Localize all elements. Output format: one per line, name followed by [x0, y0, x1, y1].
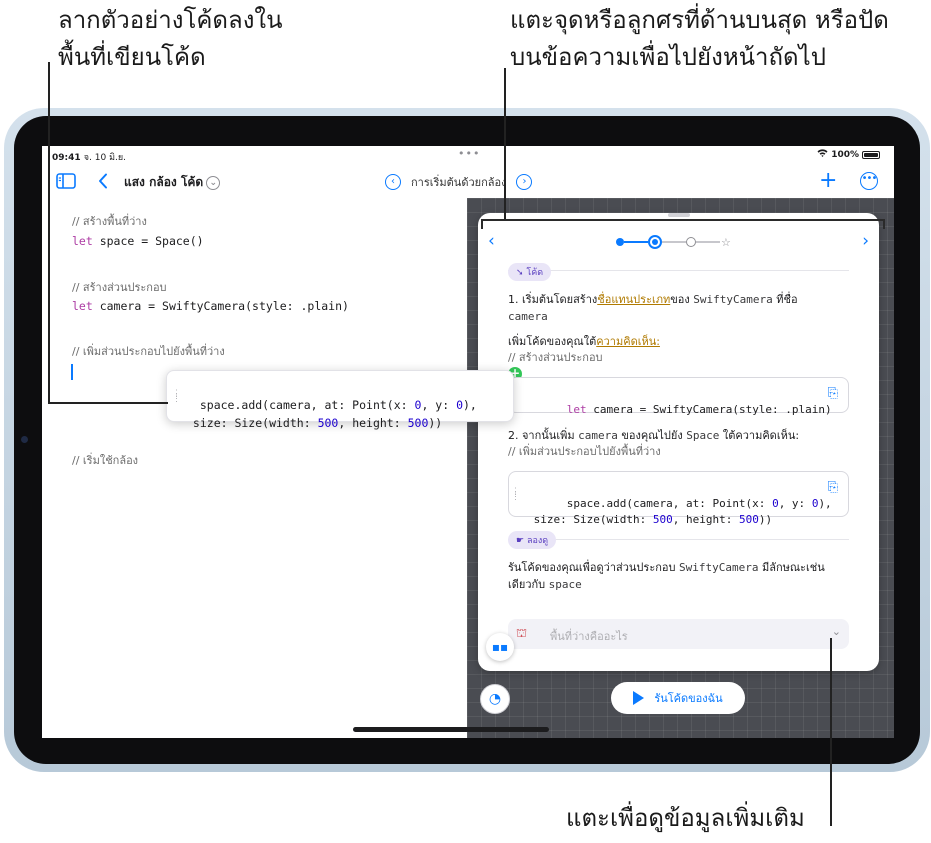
glossary-link[interactable]: ชื่อแทนประเภท	[597, 293, 670, 306]
run-instruction: รันโค้ดของคุณเพื่อดูว่าส่วนประกอบ Swifty…	[508, 561, 825, 591]
front-camera	[21, 436, 28, 443]
wifi-icon	[817, 149, 828, 160]
step-dot[interactable]	[686, 237, 696, 247]
code-line: let space = Space()	[72, 234, 204, 248]
code-editor[interactable]: // สร้างพื้นที่ว่าง let space = Space() …	[42, 198, 467, 738]
guide-comment: // เพิ่มส่วนประกอบไปยังพื้นที่ว่าง	[508, 445, 661, 458]
try-pill: ☛ ลองดู	[508, 531, 557, 549]
sidebar-toggle-icon[interactable]	[56, 166, 76, 199]
callout-navigate: แตะจุดหรือลูกศรที่ด้านบนสุด หรือปัด บนข้…	[510, 2, 889, 76]
copy-icon[interactable]: ⎘	[828, 480, 838, 496]
code-comment: // สร้างส่วนประกอบ	[72, 281, 167, 294]
book-title: แสง กล้อง โค้ด	[124, 175, 204, 189]
comment-link[interactable]: ความคิดเห็น:	[596, 335, 660, 348]
callout-drag-line2: พื้นที่เขียนโค้ด	[58, 43, 206, 71]
text-cursor	[71, 364, 73, 380]
add-code-instruction: เพิ่มโค้ดของคุณใต้ความคิดเห็น:	[508, 335, 660, 348]
next-page-icon[interactable]: ›	[516, 174, 533, 190]
chevron-down-icon: ⌄	[206, 175, 221, 190]
more-options-icon[interactable]: •••	[860, 172, 878, 190]
multitask-dots[interactable]: •••	[458, 147, 480, 160]
step-dot-current[interactable]	[648, 235, 662, 249]
step2-text: 2. จากนั้นเพิ่ม camera ของคุณไปยัง Space…	[508, 429, 800, 442]
more-info-row[interactable]: ⛫ พื้นที่ว่างคืออะไร ⌄	[508, 619, 849, 649]
guide-comment: // สร้างส่วนประกอบ	[508, 351, 603, 364]
callout-line-drag	[48, 402, 168, 404]
star-icon[interactable]: ☆	[721, 236, 731, 249]
code-snippet-card[interactable]: let camera = SwiftyCamera(style: .plain)…	[508, 377, 849, 416]
code-comment: // สร้างพื้นที่ว่าง	[72, 215, 147, 228]
chevron-down-icon: ⌄	[831, 625, 841, 638]
chat-bubble-icon[interactable]: ▪▪	[486, 633, 514, 661]
code-line: let camera = SwiftyCamera(style: .plain)	[72, 299, 349, 313]
callout-line-drag	[48, 62, 50, 404]
callout-more-info-text: แตะเพื่อดูข้อมูลเพิ่มเติม	[566, 804, 805, 832]
callout-line-navigate	[504, 68, 506, 220]
page-navigator: ‹ การเริ่มต้นด้วยกล้อง ›	[385, 173, 533, 191]
battery-icon	[862, 150, 880, 159]
book-title-menu[interactable]: แสง กล้อง โค้ด ⌄	[124, 173, 221, 192]
callout-bracket-navigate	[481, 219, 885, 229]
code-pill: ➘ โค้ด	[508, 263, 552, 281]
battery-percent: 100%	[831, 149, 859, 160]
code-comment: // เพิ่มส่วนประกอบไปยังพื้นที่ว่าง	[72, 345, 225, 358]
speed-gauge-icon[interactable]: ◔	[480, 684, 510, 714]
run-code-label: รันโค้ดของฉัน	[654, 692, 723, 705]
play-icon	[633, 691, 645, 705]
status-right: 100%	[817, 149, 880, 160]
callout-line-more-info	[830, 638, 832, 826]
copy-icon[interactable]: ⎘	[828, 386, 838, 402]
callout-navigate-line1: แตะจุดหรือลูกศรที่ด้านบนสุด หรือปัด	[510, 6, 889, 34]
back-chevron-icon[interactable]	[98, 166, 108, 199]
callout-drag-line1: ลากตัวอย่างโค้ดลงใน	[58, 6, 283, 34]
navigation-bar: แสง กล้อง โค้ด ⌄ ‹ การเริ่มต้นด้วยกล้อง ›…	[42, 166, 894, 196]
page-dots: ☆	[616, 235, 731, 249]
guide-next-arrow-icon[interactable]: ›	[862, 231, 869, 251]
code-snippet-card[interactable]: ⋮ ⋮ space.add(camera, at: Point(x: 0, y: 0…	[508, 471, 849, 526]
page-title: การเริ่มต้นด้วยกล้อง	[411, 176, 507, 189]
callout-navigate-line2: บนข้อความเพื่อไปยังหน้าถัดไป	[510, 43, 826, 71]
add-icon[interactable]: +	[819, 166, 837, 196]
status-time: 09:41 จ. 10 มิ.ย.	[52, 153, 127, 163]
previous-page-icon[interactable]: ‹	[385, 174, 401, 190]
run-code-button[interactable]: รันโค้ดของฉัน	[611, 682, 745, 714]
guide-panel[interactable]: ‹ ☆ › ➘ โค้ด 1. เริ่มต้นโดยสร้างชื่อแทนป…	[478, 213, 879, 671]
info-emoji-icon: ⛫	[516, 626, 528, 640]
drag-handle-icon[interactable]: ⋮ ⋮	[172, 390, 181, 404]
code-comment: // เริ่มใช้กล้อง	[72, 454, 139, 467]
step-dot[interactable]	[616, 238, 624, 246]
home-indicator	[353, 727, 549, 732]
callout-drag: ลากตัวอย่างโค้ดลงใน พื้นที่เขียนโค้ด	[58, 2, 283, 76]
dragged-code-snippet[interactable]: ⋮ ⋮ space.add(camera, at: Point(x: 0, y: 0…	[166, 370, 514, 430]
drag-handle-icon[interactable]: ⋮ ⋮	[511, 488, 520, 502]
more-info-label: พื้นที่ว่างคืออะไร	[550, 630, 628, 643]
guide-previous-arrow-icon[interactable]: ‹	[488, 231, 495, 251]
status-bar: 09:41 จ. 10 มิ.ย. ••• 100%	[42, 146, 894, 164]
callout-more-info: แตะเพื่อดูข้อมูลเพิ่มเติม	[566, 800, 805, 837]
step1-text: 1. เริ่มต้นโดยสร้างชื่อแทนประเภทของ Swif…	[508, 293, 798, 323]
